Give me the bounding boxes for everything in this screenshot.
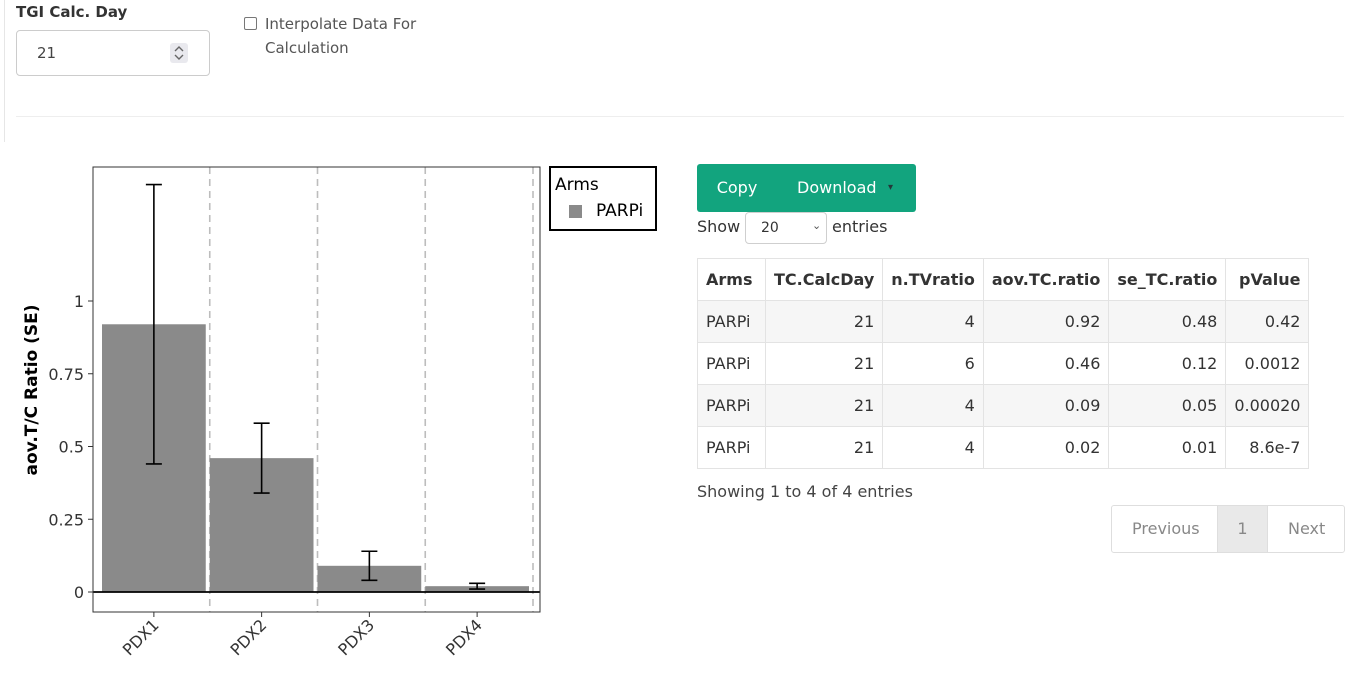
table-header-row: Arms TC.CalcDay n.TVratio aov.TC.ratio s… [697, 258, 1310, 301]
column-header-arms[interactable]: Arms [697, 258, 766, 301]
cell-n-tvratio: 4 [882, 384, 984, 427]
legend-title: Arms [555, 175, 599, 195]
cell-arms: PARPi [697, 342, 766, 385]
y-tick-label: 0 [74, 583, 84, 602]
download-button[interactable]: Download ▾ [777, 164, 916, 212]
show-label: Show [697, 217, 741, 236]
table-row: PARPi 21 4 0.92 0.48 0.42 [697, 300, 1310, 343]
tgi-calc-day-label: TGI Calc. Day [16, 3, 128, 21]
download-label: Download [797, 178, 877, 197]
legend-label-parpi: PARPi [596, 201, 644, 221]
tgi-calc-day-input[interactable]: 21 [16, 30, 210, 76]
cell-aov-tc-ratio: 0.09 [982, 384, 1110, 427]
table-row: PARPi 21 4 0.09 0.05 0.00020 [697, 384, 1310, 427]
page-1-button[interactable]: 1 [1217, 506, 1268, 552]
x-tick-label: PDX4 [442, 615, 486, 659]
cell-n-tvratio: 6 [882, 342, 984, 385]
cell-aov-tc-ratio: 0.92 [982, 300, 1110, 343]
cell-tc-calcday: 21 [764, 426, 884, 469]
interpolate-label: Interpolate Data For Calculation [265, 15, 417, 57]
entries-per-page-value: 20 [761, 220, 779, 236]
cell-pvalue: 8.6e-7 [1225, 426, 1310, 469]
entries-per-page-select[interactable]: 20 ⌄ [745, 212, 827, 244]
caret-down-icon: ▾ [888, 182, 894, 193]
cell-se-tc-ratio: 0.48 [1108, 300, 1227, 343]
column-header-n-tvratio[interactable]: n.TVratio [882, 258, 984, 301]
y-axis-title: aov.T/C Ratio (SE) [22, 304, 42, 475]
cell-arms: PARPi [697, 300, 766, 343]
y-tick-label: 1 [74, 292, 84, 311]
cell-arms: PARPi [697, 384, 766, 427]
cell-aov-tc-ratio: 0.46 [982, 342, 1110, 385]
y-tick-label: 0.75 [48, 365, 84, 384]
pagination: Previous 1 Next [1111, 505, 1345, 553]
table-row: PARPi 21 4 0.02 0.01 8.6e-7 [697, 426, 1310, 469]
cell-pvalue: 0.00020 [1225, 384, 1310, 427]
cell-se-tc-ratio: 0.01 [1108, 426, 1227, 469]
spinner-down-icon [174, 54, 184, 60]
cell-n-tvratio: 4 [882, 300, 984, 343]
y-tick-label: 0.25 [48, 510, 84, 529]
spinner-up-icon [174, 46, 184, 52]
cell-se-tc-ratio: 0.12 [1108, 342, 1227, 385]
x-tick-label: PDX1 [119, 615, 163, 659]
number-spinner[interactable] [170, 43, 188, 63]
column-header-tc-calcday[interactable]: TC.CalcDay [764, 258, 884, 301]
cell-n-tvratio: 4 [882, 426, 984, 469]
cell-tc-calcday: 21 [764, 384, 884, 427]
x-tick-label: PDX3 [334, 615, 378, 659]
previous-page-button[interactable]: Previous [1112, 506, 1217, 552]
section-divider [16, 116, 1344, 117]
cell-pvalue: 0.42 [1225, 300, 1310, 343]
chart-legend: Arms PARPi [549, 166, 657, 231]
export-button-group: Copy Download ▾ [697, 164, 916, 212]
column-header-aov-tc-ratio[interactable]: aov.TC.ratio [982, 258, 1110, 301]
tgi-calc-day-value: 21 [37, 44, 57, 62]
tc-ratio-bar-chart: 0 0.25 0.5 0.75 1 PDX1 PDX2 PDX3 PDX4 aov.T/C Rat… [22, 166, 541, 659]
entries-label: entries [832, 217, 888, 236]
column-header-se-tc-ratio[interactable]: se_TC.ratio [1108, 258, 1227, 301]
table-row: PARPi 21 6 0.46 0.12 0.0012 [697, 342, 1310, 385]
cell-aov-tc-ratio: 0.02 [982, 426, 1110, 469]
next-page-button[interactable]: Next [1268, 506, 1344, 552]
column-header-pvalue[interactable]: pValue [1225, 258, 1310, 301]
cell-tc-calcday: 21 [764, 300, 884, 343]
cell-arms: PARPi [697, 426, 766, 469]
table-info: Showing 1 to 4 of 4 entries [697, 482, 913, 501]
results-table: Arms TC.CalcDay n.TVratio aov.TC.ratio s… [697, 258, 1310, 469]
interpolate-checkbox[interactable] [244, 17, 257, 30]
legend-key-parpi [569, 205, 582, 218]
left-border [4, 0, 5, 142]
cell-tc-calcday: 21 [764, 342, 884, 385]
x-tick-label: PDX2 [227, 615, 271, 659]
cell-se-tc-ratio: 0.05 [1108, 384, 1227, 427]
cell-pvalue: 0.0012 [1225, 342, 1310, 385]
y-tick-label: 0.5 [59, 438, 84, 457]
chevron-down-icon: ⌄ [812, 219, 822, 232]
copy-button[interactable]: Copy [697, 164, 777, 212]
